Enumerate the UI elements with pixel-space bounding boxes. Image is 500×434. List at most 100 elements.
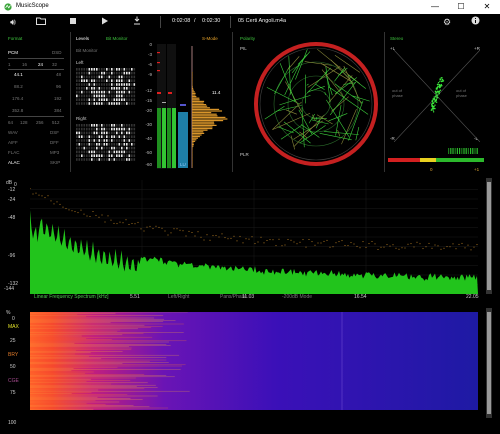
tick-0: 0 [12, 316, 15, 322]
codec-skip: SKIP [50, 160, 61, 165]
levels-tab[interactable]: Levels [76, 36, 89, 41]
dsd-256: 256 [36, 120, 44, 125]
label-cge: CGE [8, 378, 19, 384]
spectrogram-plot [30, 312, 478, 410]
left-channel-label: Left [76, 60, 84, 65]
spectrogram-panel: % 0 25 50 75 100 MAX BRY CGE [0, 308, 500, 434]
left-right-label[interactable]: Left/Right [168, 294, 189, 300]
s-mode-tab[interactable]: S-Mode [202, 36, 218, 41]
x-tick-11-03: 11.03 [242, 294, 255, 300]
polarity-scope [254, 42, 378, 166]
window-title: MusicScope [16, 3, 49, 9]
y-tick: 0 [14, 182, 17, 188]
corr-scale-max: +1 [474, 167, 480, 172]
format-panel: Format PCM DSD 1 16 24 32 44.1 88.2 176.… [0, 32, 71, 172]
corr-scale-mid: 0 [430, 167, 433, 172]
spectrum-mode-label[interactable]: Linear Frequency Spectrum [kHz] [34, 294, 108, 300]
pil-label: PIL [240, 46, 247, 51]
level-meters [157, 44, 228, 169]
musicscope-logo-icon [4, 3, 12, 11]
codec-dff: DFF [50, 140, 59, 145]
bits-24: 24 [38, 62, 44, 67]
x-tick-16-54: 16.54 [354, 294, 367, 300]
tick-75: 75 [10, 390, 16, 396]
maximize-button[interactable]: ☐ [448, 0, 474, 14]
close-button[interactable]: ✕ [474, 0, 500, 14]
spectrum-panel: dB -12 -24 -48 -96 -132 0 -144 Linear Frequenc… [0, 178, 500, 306]
play-icon[interactable] [98, 16, 112, 28]
rate-96: 96 [56, 84, 62, 89]
spectrogram-scrollbar[interactable] [486, 308, 492, 418]
right-channel-label: Right [76, 116, 87, 121]
bits-32: 32 [52, 62, 58, 67]
rate-44-1: 44.1 [14, 72, 23, 77]
db-label: dB [6, 180, 13, 186]
format-pcm: PCM [8, 50, 18, 55]
codec-aiff: AIFF [8, 140, 18, 145]
codec-alac: ALAC [8, 160, 20, 165]
polarity-panel: Polarity PIL PLR [234, 32, 385, 172]
bit-monitor-right [76, 124, 136, 161]
codec-flac: FLAC [8, 150, 20, 155]
spectrum-scrollbar[interactable] [486, 178, 492, 294]
y-tick: -48 [8, 215, 16, 222]
stereo-title: Stereo [390, 36, 404, 41]
y-tick: -144 [4, 286, 15, 292]
correlation-meter [388, 148, 484, 162]
settings-gear-icon[interactable]: ⚙ [440, 16, 454, 28]
codec-wav: WAV [8, 130, 18, 135]
out-of-phase-right: out of phase [456, 88, 467, 98]
dsd-128: 128 [20, 120, 28, 125]
toolbar: 🔊︎ 0:02:08 / 0:02:30 05 Certi Angoli.m4a… [0, 14, 500, 30]
rate-48: 48 [56, 72, 62, 77]
plr-label: PLR [240, 152, 249, 157]
info-icon[interactable] [468, 16, 482, 28]
volume-icon[interactable]: 🔊︎ [6, 16, 20, 28]
position-time: 0:02:08 [172, 18, 191, 24]
lu-label: LU [180, 162, 186, 167]
stereo-panel: Stereo +L +R -R -L out of phase out of p… [386, 32, 486, 172]
label-max: MAX [8, 324, 19, 330]
dsd-64: 64 [8, 120, 14, 125]
x-tick-5-51: 5.51 [130, 294, 140, 300]
export-icon[interactable] [130, 16, 144, 28]
tick-25: 25 [10, 338, 16, 344]
bit-monitor-tab[interactable]: Bit Monitor [106, 36, 128, 41]
rate-384: 384 [54, 108, 62, 113]
bits-16: 16 [22, 62, 28, 67]
format-title: Format [8, 36, 23, 41]
bit-monitor-left [76, 68, 136, 105]
duration-time: 0:02:30 [202, 18, 221, 24]
mode-200db-label[interactable]: -200dB Mode [282, 294, 312, 300]
label-bry: BRY [8, 352, 19, 358]
bit-monitor-label: Bit Monitor [76, 48, 98, 53]
peak-value: 11.4 [212, 90, 221, 95]
rate-88-2: 88.2 [14, 84, 23, 89]
spectrum-plot [30, 180, 478, 294]
tick-50: 50 [10, 364, 16, 370]
y-tick: -24 [8, 196, 16, 203]
x-tick-22-05: 22.05 [466, 294, 479, 300]
open-folder-icon[interactable] [34, 16, 48, 28]
dsd-512: 512 [52, 120, 60, 125]
minimize-button[interactable]: — [422, 0, 448, 14]
codec-mp3: MP3 [50, 150, 60, 155]
title-bar: MusicScope — ☐ ✕ [0, 0, 500, 14]
tick-100: 100 [8, 420, 17, 426]
polarity-title: Polarity [240, 36, 256, 41]
y-tick: -12 [8, 187, 16, 194]
top-panels: Format PCM DSD 1 16 24 32 44.1 88.2 176.… [0, 32, 500, 174]
format-dsd: DSD [52, 50, 62, 55]
rate-192: 192 [54, 96, 62, 101]
rate-176-4: 176.4 [12, 96, 24, 101]
y-tick: -96 [8, 252, 16, 259]
track-name: 05 Certi Angoli.m4a [238, 18, 286, 24]
time-divider: / [194, 18, 196, 24]
percent-label: % [6, 310, 11, 316]
levels-panel: Levels Bit Monitor S-Mode Bit Monitor Le… [72, 32, 233, 172]
rate-352-8: 352.8 [12, 108, 24, 113]
toolbar-divider [230, 16, 231, 28]
stop-icon[interactable] [66, 16, 80, 28]
bits-1: 1 [8, 62, 11, 67]
codec-dsf: DSF [50, 130, 59, 135]
